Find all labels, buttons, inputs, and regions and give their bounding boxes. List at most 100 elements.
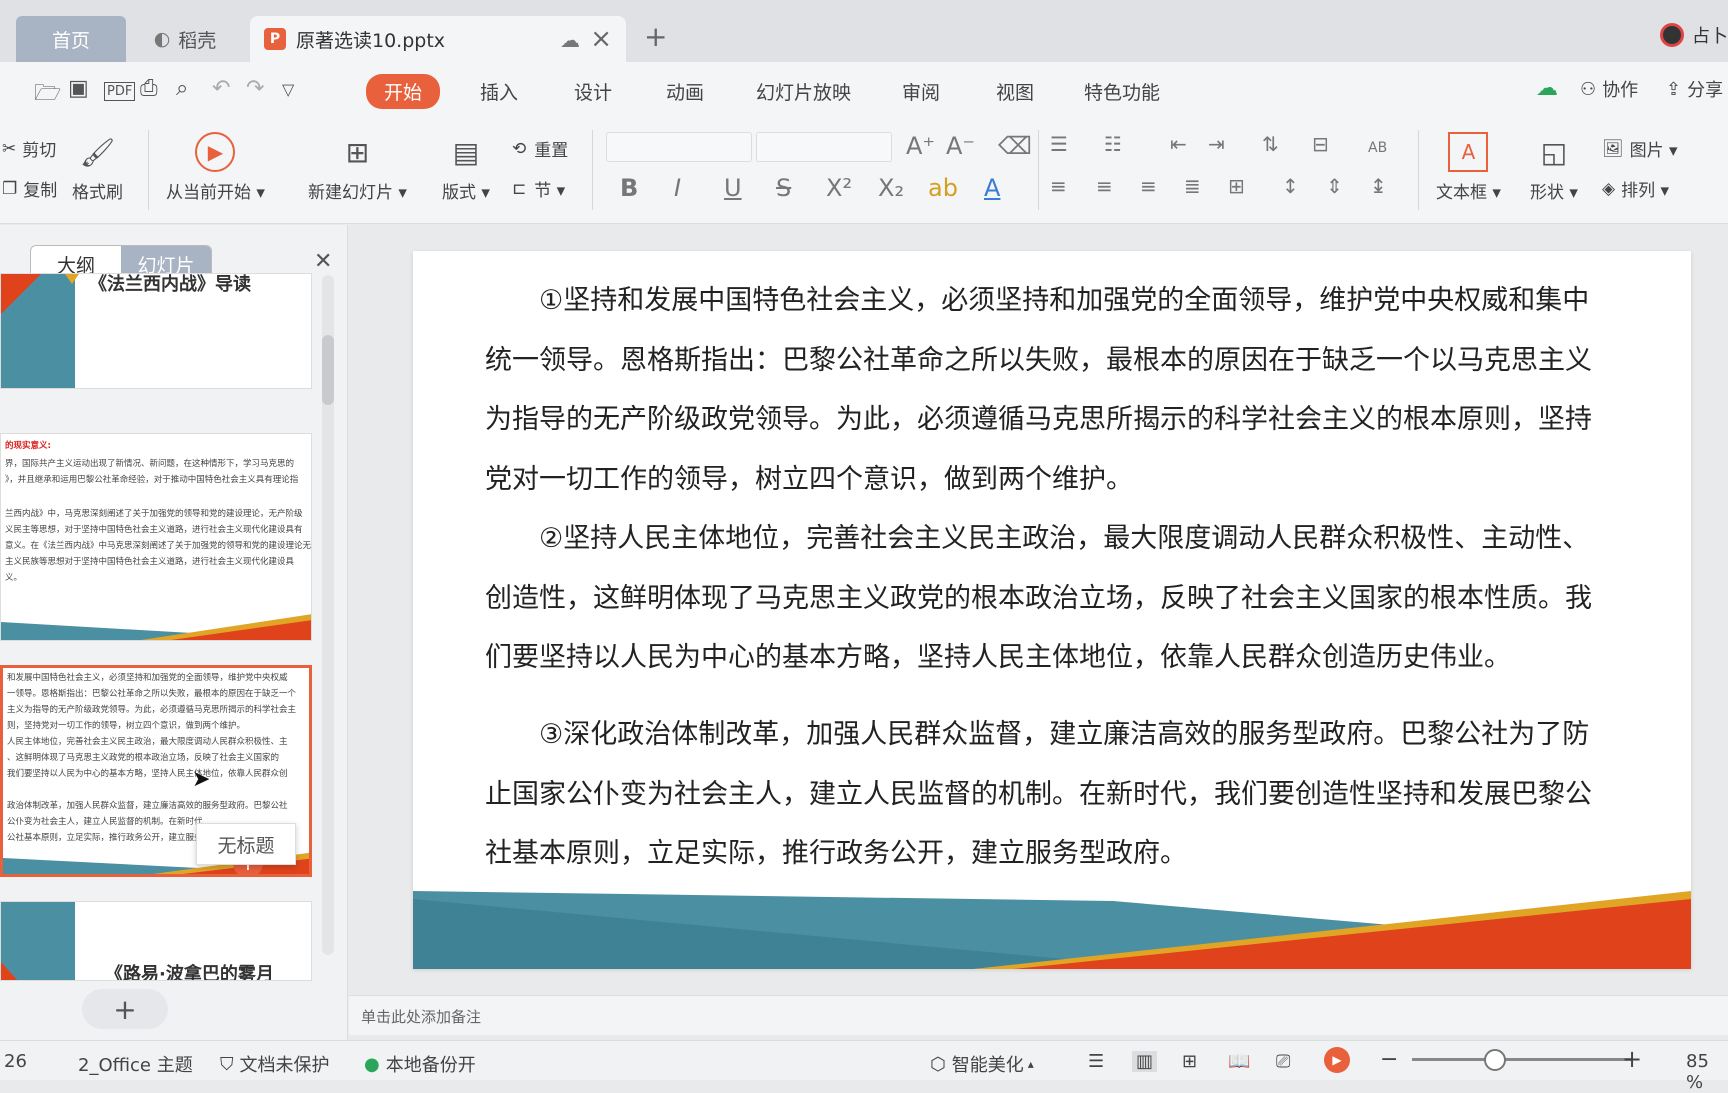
print-preview-icon[interactable]: ⌕ [176,76,188,101]
reading-view-icon[interactable]: 📖 [1228,1051,1250,1072]
slide-thumbnail[interactable]: 《法兰西内战》导读 [0,273,312,389]
distribute-icon[interactable]: ⊞ [1228,174,1245,198]
close-tab-icon[interactable]: × [590,24,612,54]
slide-paragraph-3[interactable]: ③深化政治体制改革，加强人民群众监督，建立廉洁高效的服务型政府。巴黎公社为了防止… [485,705,1605,884]
menu-features[interactable]: 特色功能 [1074,74,1170,109]
menu-design[interactable]: 设计 [564,74,622,109]
zoom-level[interactable]: 85 % [1686,1051,1728,1093]
user-account[interactable]: 占卜 [1660,22,1728,48]
reset-button[interactable]: ⟲ 重置 [512,136,568,162]
zoom-out-icon[interactable]: − [1380,1047,1398,1072]
subscript-icon[interactable]: X₂ [878,174,904,202]
backup-label: 本地备份开 [385,1055,476,1076]
column-icon[interactable]: ⊟ [1312,132,1329,156]
picture-button[interactable]: 🖼 图片 ▾ [1602,136,1678,162]
notes-view-icon[interactable]: ☰ [1088,1051,1104,1072]
line-spacing-icon[interactable]: ↕ [1282,174,1299,198]
format-painter-button[interactable]: 🖌 格式刷 [72,132,123,204]
font-color-icon[interactable]: A [984,174,1000,202]
menu-home[interactable]: 开始 [366,74,441,109]
menu-review[interactable]: 审阅 [892,74,950,109]
increase-font-icon[interactable]: A⁺ [906,132,935,160]
menu-insert[interactable]: 插入 [470,74,528,109]
textbox-button[interactable]: A 文本框 ▾ [1436,132,1501,203]
numbered-list-icon[interactable]: ☷ [1104,132,1122,156]
new-slide-icon: ⊞ [345,135,370,169]
cut-button[interactable]: ✂ 剪切 [2,136,56,162]
clear-format-icon[interactable]: ⌫ [998,132,1032,160]
spacing-options-icon[interactable]: ↨ [1370,174,1387,198]
increase-indent-icon[interactable]: ⇥ [1208,132,1225,156]
align-center-icon[interactable]: ≡ [1096,174,1113,198]
arrange-button[interactable]: ◈ 排列 ▾ [1602,176,1669,202]
backup-status[interactable]: ● 本地备份开 [364,1051,476,1077]
zoom-slider-track[interactable] [1412,1058,1632,1061]
avatar [1660,23,1684,47]
align-right-icon[interactable]: ≡ [1140,174,1157,198]
font-size-select[interactable] [756,132,892,162]
slide-canvas[interactable]: ①坚持和发展中国特色社会主义，必须坚持和加强党的全面领导，维护党中央权威和集中统… [413,251,1691,969]
thumbnail-scrollbar[interactable] [322,275,334,955]
decrease-font-icon[interactable]: A⁻ [946,132,975,160]
share-button[interactable]: ⇪ 分享 [1666,76,1723,102]
menu-view[interactable]: 视图 [986,74,1044,109]
slide-thumbnail[interactable]: 《路易·波拿巴的雾月 [0,901,312,981]
new-slide-button[interactable]: ⊞ 新建幻灯片 ▾ [308,132,407,204]
customize-chevron-icon[interactable]: ▽ [282,80,294,99]
scrollbar-thumb[interactable] [322,335,334,405]
close-pane-icon[interactable]: ✕ [314,249,332,274]
text-direction-icon[interactable]: AB [1368,140,1387,156]
cloud-sync-icon[interactable]: ☁ [1536,76,1558,101]
tab-daoke[interactable]: ◐ 稻壳 [130,16,240,62]
menu-slideshow[interactable]: 幻灯片放映 [746,74,861,109]
superscript-icon[interactable]: X² [826,174,852,202]
redo-icon[interactable]: ↷ [246,76,264,101]
section-button[interactable]: ⊏ 节 ▾ [512,176,565,202]
export-pdf-icon[interactable]: PDF [104,82,136,101]
justify-icon[interactable]: ≣ [1184,174,1201,198]
play-slideshow-icon[interactable]: ▶ [1324,1047,1350,1073]
font-family-select[interactable] [606,132,752,162]
collaborate-button[interactable]: ⚇ 协作 [1580,76,1638,102]
bullet-list-icon[interactable]: ☰ [1050,132,1068,156]
beautify-button[interactable]: ⬡ 智能美化 ▴ [930,1051,1034,1077]
theme-name[interactable]: 2_Office 主题 [78,1051,193,1077]
tab-home[interactable]: 首页 [16,16,126,62]
sort-icon[interactable]: ⇅ [1262,132,1279,156]
presenter-icon[interactable]: ⎚ [1276,1051,1290,1072]
italic-icon[interactable]: I [674,174,681,202]
slide-thumbnail[interactable]: 的现实意义: 界，国际共产主义运动出现了新情况、新问题，在这种情形下，学习马克思… [0,433,312,641]
slide-paragraph-1[interactable]: ①坚持和发展中国特色社会主义，必须坚持和加强党的全面领导，维护党中央权威和集中统… [485,271,1605,509]
slide-sorter-icon[interactable]: ⊞ [1182,1051,1197,1072]
paragraph-spacing-icon[interactable]: ⇕ [1326,174,1343,198]
add-slide-button[interactable]: + [82,989,168,1029]
zoom-slider-handle[interactable] [1484,1049,1506,1071]
zoom-in-icon[interactable]: + [1622,1045,1642,1073]
notes-input[interactable]: 单击此处添加备注 [349,995,1728,1035]
textbox-icon: A [1448,132,1489,172]
print-icon[interactable]: ⎙ [140,76,158,101]
bold-icon[interactable]: B [620,174,638,202]
align-left-icon[interactable]: ≡ [1050,174,1067,198]
normal-view-icon[interactable]: ▥ [1132,1051,1158,1072]
thumb2-line: 界，国际共产主义运动出现了新情况、新问题，在这种情形下，学习马克思的 [5,459,295,469]
slide-paragraph-2[interactable]: ②坚持人民主体地位，完善社会主义民主政治，最大限度调动人民群众积极性、主动性、创… [485,509,1605,688]
undo-icon[interactable]: ↶ [212,76,230,101]
textbox-label: 文本框 ▾ [1436,183,1501,203]
menu-animation[interactable]: 动画 [656,74,714,109]
shape-button[interactable]: ◱ 形状 ▾ [1530,132,1578,204]
strikethrough-icon[interactable]: S [776,174,791,202]
ribbon-toolbar: ✂ 剪切 ❐ 复制 🖌 格式刷 ▶ 从当前开始 ▾ ⊞ 新建幻灯片 ▾ ▤ 版式… [0,116,1728,224]
highlight-icon[interactable]: ab [928,174,958,202]
protect-status[interactable]: ⛉ 文档未保护 [220,1051,330,1077]
underline-icon[interactable]: U [724,174,742,202]
copy-button[interactable]: ❐ 复制 [2,176,57,202]
open-folder-icon[interactable]: 🗁 [34,76,61,114]
new-tab-button[interactable]: + [644,20,667,53]
decrease-indent-icon[interactable]: ⇤ [1170,132,1187,156]
save-icon[interactable]: ▣ [68,76,89,101]
cloud-icon[interactable]: ☁ [560,28,580,52]
play-from-current-button[interactable]: ▶ 从当前开始 ▾ [166,132,265,203]
layout-button[interactable]: ▤ 版式 ▾ [442,132,490,204]
tab-document[interactable]: P 原著选读10.pptx ☁ × [250,16,626,62]
